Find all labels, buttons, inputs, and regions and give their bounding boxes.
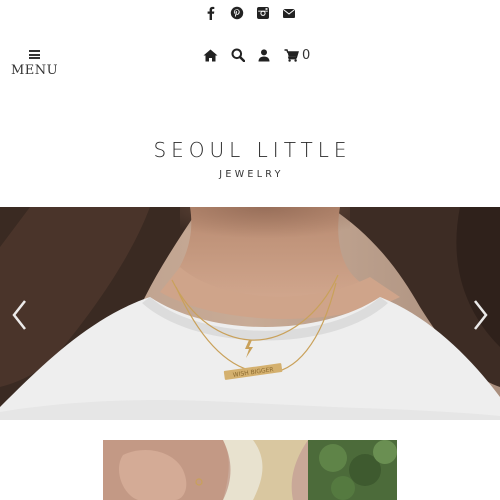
slideshow-next-button[interactable]: [471, 297, 491, 333]
user-icon: [258, 48, 270, 61]
featured-image[interactable]: [103, 440, 397, 500]
envelope-icon[interactable]: [282, 6, 296, 20]
menu-button[interactable]: MENU: [11, 49, 59, 79]
shopping-cart-icon: [284, 48, 299, 62]
instagram-icon[interactable]: [256, 6, 270, 20]
utility-nav: 0: [203, 46, 310, 64]
site-logo[interactable]: SEOUL LITTLE JEWELRY: [0, 138, 500, 180]
menu-label: MENU: [11, 63, 59, 78]
home-link[interactable]: [203, 49, 218, 62]
search-button[interactable]: [231, 48, 245, 62]
cart-link[interactable]: 0: [284, 48, 310, 63]
hamburger-icon: [29, 50, 40, 59]
logo-title: SEOUL LITTLE: [153, 138, 352, 162]
hero-image: WISH BIGGER: [0, 207, 500, 420]
chevron-right-icon: [474, 300, 488, 330]
cart-count: 0: [302, 47, 311, 63]
hero-slideshow: WISH BIGGER: [0, 207, 500, 420]
social-links: [0, 6, 500, 24]
facebook-icon[interactable]: [204, 6, 218, 20]
slideshow-prev-button[interactable]: [9, 297, 29, 333]
search-icon: [231, 48, 245, 62]
logo-subtitle: JEWELRY: [219, 169, 284, 180]
account-link[interactable]: [258, 48, 270, 62]
home-icon: [203, 49, 218, 61]
pinterest-icon[interactable]: [230, 6, 244, 20]
chevron-left-icon: [12, 300, 26, 330]
featured-photo: [103, 440, 397, 500]
